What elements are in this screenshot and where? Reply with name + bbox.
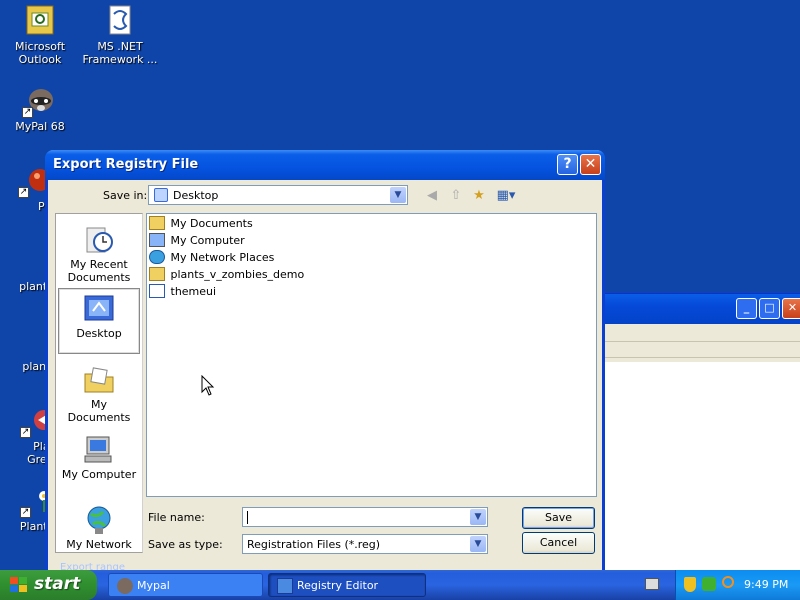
computer-icon — [83, 434, 115, 466]
dialog-title: Export Registry File — [53, 157, 199, 172]
file-name: My Documents — [170, 217, 253, 230]
taskbar-item-mypal[interactable]: Mypal — [108, 573, 263, 597]
shortcut-arrow-icon: ↗ — [22, 107, 33, 118]
chevron-down-icon[interactable]: ▼ — [390, 187, 406, 203]
taskbar-item-registry-editor[interactable]: Registry Editor — [268, 573, 426, 597]
system-tray: 9:49 PM — [675, 570, 800, 600]
desktop-small-icon — [154, 188, 168, 202]
start-label: start — [34, 574, 81, 594]
save-as-type-label: Save as type: — [148, 538, 223, 551]
view-menu-icon[interactable]: ▦▾ — [493, 186, 519, 206]
folder-icon — [149, 267, 165, 281]
place-label: My Computer — [61, 468, 137, 481]
dotnet-setup-icon — [104, 4, 136, 36]
network-globe-icon — [149, 250, 165, 264]
taskbar: start Mypal Registry Editor 9:49 PM — [0, 570, 800, 600]
save-in-value: Desktop — [173, 189, 219, 202]
file-name: plants_v_zombies_demo — [170, 268, 305, 281]
place-label: My Network — [66, 538, 132, 551]
desktop-icon-label: Microsoft Outlook — [14, 40, 66, 66]
desktop-icon-label: MyPal 68 — [15, 120, 65, 133]
menu-bar — [601, 324, 800, 342]
mouse-pointer-icon — [201, 375, 215, 396]
network-status-icon[interactable] — [702, 577, 716, 591]
desktop-icon-mypal[interactable]: ↗ MyPal 68 — [0, 84, 80, 133]
text-cursor — [247, 511, 248, 524]
desktop-icon — [83, 293, 115, 325]
minimize-button[interactable]: _ — [736, 298, 757, 319]
shortcut-arrow-icon: ↗ — [20, 427, 31, 438]
close-button[interactable]: ✕ — [580, 154, 601, 175]
chevron-down-icon[interactable]: ▼ — [470, 509, 486, 525]
place-desktop[interactable]: Desktop — [58, 288, 140, 354]
dialog-titlebar[interactable]: Export Registry File ? ✕ — [45, 150, 605, 180]
place-my-documents[interactable]: My Documents — [58, 360, 140, 426]
file-name-field[interactable]: ▼ — [242, 507, 488, 527]
save-as-type-value: Registration Files (*.reg) — [247, 538, 381, 551]
security-shield-icon[interactable] — [684, 577, 696, 592]
chevron-down-icon[interactable]: ▼ — [470, 536, 486, 552]
desktop-icon-label: MS .NET Framework ... — [82, 40, 158, 66]
mypal-raccoon-icon — [117, 578, 133, 594]
registry-editor-icon — [277, 578, 293, 594]
desktop-icon-outlook[interactable]: Microsoft Outlook — [0, 4, 80, 66]
search-icon[interactable] — [722, 576, 734, 588]
network-globe-icon — [83, 504, 115, 536]
my-documents-folder-icon — [149, 216, 165, 230]
back-icon[interactable]: ◀ — [422, 186, 442, 206]
places-bar: My Recent Documents Desktop My Documents… — [55, 213, 143, 553]
taskbar-item-label: Mypal — [137, 579, 170, 592]
place-my-network[interactable]: My Network — [58, 500, 140, 552]
registry-editor-titlebar[interactable]: _ □ ✕ — [601, 294, 800, 324]
list-item[interactable]: My Documents — [149, 216, 253, 232]
place-label: My Documents — [67, 398, 131, 424]
place-label: Desktop — [76, 327, 122, 340]
recent-documents-clock-icon — [83, 224, 115, 256]
place-label: My Recent Documents — [67, 258, 131, 284]
file-name-label: File name: — [148, 511, 205, 524]
close-button[interactable]: ✕ — [782, 298, 800, 319]
registry-editor-window[interactable]: _ □ ✕ — [600, 293, 800, 573]
new-folder-icon[interactable]: ★ — [469, 186, 489, 206]
my-documents-folder-icon — [83, 364, 115, 396]
registry-value-pane[interactable] — [601, 362, 800, 572]
list-item[interactable]: My Computer — [149, 233, 245, 249]
mypal-raccoon-icon: ↗ — [22, 84, 56, 118]
outlook-icon — [24, 4, 56, 36]
address-bar — [601, 342, 800, 358]
list-item[interactable]: plants_v_zombies_demo — [149, 267, 304, 283]
export-registry-dialog: Export Registry File ? ✕ Save in: Deskto… — [45, 150, 605, 575]
cancel-button[interactable]: Cancel — [522, 532, 595, 554]
file-name: My Computer — [170, 234, 245, 247]
shortcut-arrow-icon: ↗ — [18, 187, 29, 198]
computer-icon — [149, 233, 165, 247]
shortcut-arrow-icon: ↗ — [20, 507, 31, 518]
maximize-button[interactable]: □ — [759, 298, 780, 319]
file-name: My Network Places — [170, 251, 275, 264]
save-as-type-dropdown[interactable]: Registration Files (*.reg) ▼ — [242, 534, 488, 554]
list-item[interactable]: themeui — [149, 284, 216, 300]
help-button[interactable]: ? — [557, 154, 578, 175]
shortcut-file-icon — [149, 284, 165, 298]
list-item[interactable]: My Network Places — [149, 250, 274, 266]
start-button[interactable]: start — [0, 570, 97, 600]
save-button[interactable]: Save — [522, 507, 595, 529]
place-my-recent-documents[interactable]: My Recent Documents — [58, 220, 140, 286]
file-name: themeui — [170, 285, 217, 298]
up-folder-icon[interactable]: ⇧ — [446, 186, 466, 206]
desktop-icon-dotnet[interactable]: MS .NET Framework ... — [80, 4, 160, 66]
clock[interactable]: 9:49 PM — [744, 578, 788, 591]
file-list[interactable]: My Documents My Computer My Network Plac… — [146, 213, 597, 497]
save-in-label: Save in: — [103, 189, 148, 202]
save-in-dropdown[interactable]: Desktop ▼ — [148, 185, 408, 205]
windows-logo-icon — [10, 577, 28, 593]
taskbar-item-label: Registry Editor — [297, 579, 379, 592]
place-my-computer[interactable]: My Computer — [58, 430, 140, 496]
keyboard-icon[interactable] — [645, 578, 659, 590]
